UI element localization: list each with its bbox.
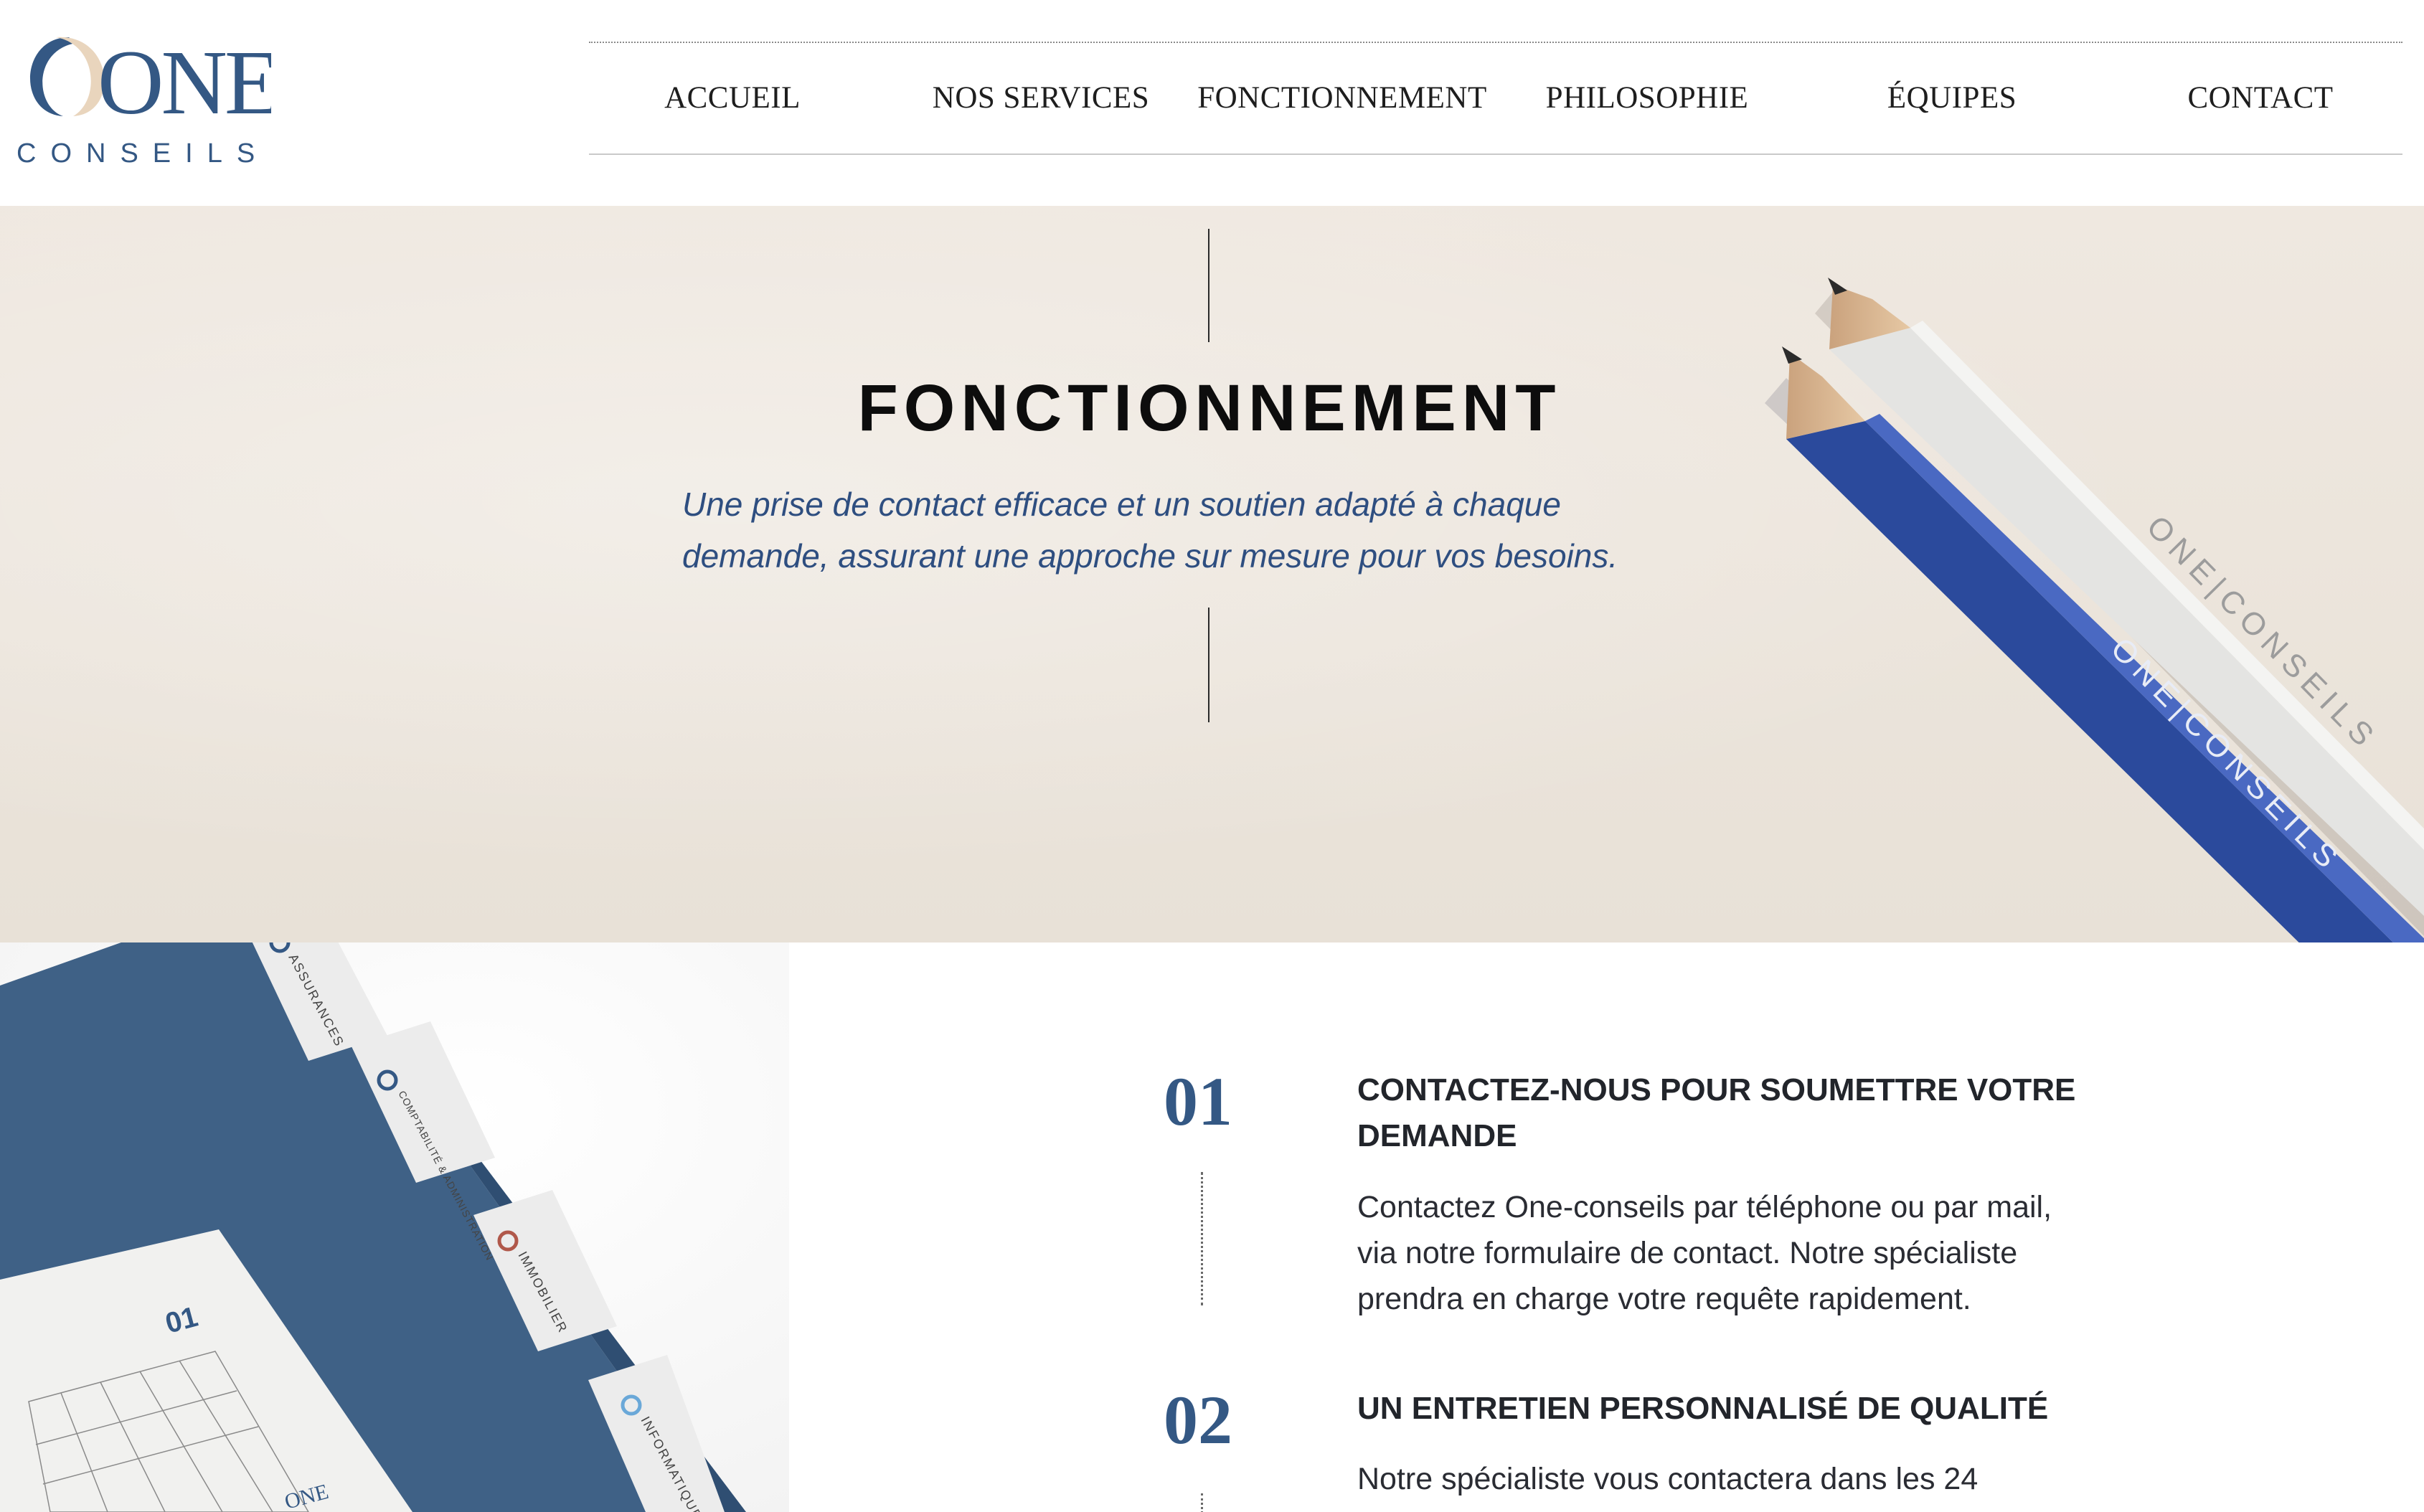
hero-divider-top bbox=[1208, 229, 1209, 342]
process-section: ASSURANCES COMPTABILITÉ & ADMINISTRATION… bbox=[0, 942, 2424, 1512]
main-nav: ACCUEIL NOS SERVICES FONCTIONNEMENT PHIL… bbox=[589, 42, 2402, 155]
step-title-1: CONTACTEZ-NOUS POUR SOUMETTRE VOTRE DEMA… bbox=[1357, 1067, 2103, 1159]
step-title-2: UN ENTRETIEN PERSONNALISÉ DE QUALITÉ bbox=[1357, 1386, 2103, 1432]
step-text-1-line-3: prendra en charge votre requête rapideme… bbox=[1357, 1282, 1971, 1316]
nav-item-equipes[interactable]: ÉQUIPES bbox=[1844, 43, 2060, 153]
nav-item-philosophie[interactable]: PHILOSOPHIE bbox=[1514, 43, 1780, 153]
logo-primary-text: ONE bbox=[98, 32, 271, 133]
step-text-1-line-2: via notre formulaire de contact. Notre s… bbox=[1357, 1236, 2018, 1270]
nav-item-accueil[interactable]: ACCUEIL bbox=[618, 43, 847, 153]
folder-image: ASSURANCES COMPTABILITÉ & ADMINISTRATION… bbox=[0, 942, 789, 1512]
pencils-image: ONE|CONSEILS ONE|CONSEILS bbox=[1765, 278, 2424, 942]
hero-subtitle: Une prise de contact efficace et un sout… bbox=[682, 478, 1701, 582]
hero-subtitle-line-1: Une prise de contact efficace et un sout… bbox=[682, 486, 1561, 523]
logo-secondary-text: CONSEILS bbox=[16, 138, 269, 169]
step-divider-2 bbox=[1201, 1493, 1203, 1512]
step-number-2: 02 bbox=[1164, 1381, 1232, 1458]
hero-subtitle-line-2: demande, assurant une approche sur mesur… bbox=[682, 537, 1618, 575]
one-conseils-logo[interactable]: ONE CONSEILS bbox=[13, 29, 271, 172]
nav-item-fonctionnement[interactable]: FONCTIONNEMENT bbox=[1192, 43, 1493, 153]
step-text-2: Notre spécialiste vous contactera dans l… bbox=[1357, 1456, 2118, 1502]
blue-pencil: ONE|CONSEILS bbox=[1782, 346, 2424, 942]
step-title-1-line-2: DEMANDE bbox=[1357, 1118, 1517, 1153]
hero-divider-bottom bbox=[1208, 608, 1209, 722]
step-text-1-line-1: Contactez One-conseils par téléphone ou … bbox=[1357, 1190, 2052, 1224]
nav-item-contact[interactable]: CONTACT bbox=[2153, 43, 2368, 153]
step-title-1-line-1: CONTACTEZ-NOUS POUR SOUMETTRE VOTRE bbox=[1357, 1072, 2076, 1107]
step-text-2-line-1: Notre spécialiste vous contactera dans l… bbox=[1357, 1462, 1979, 1496]
step-divider-1 bbox=[1201, 1172, 1203, 1305]
site-header: ONE CONSEILS ACCUEIL NOS SERVICES FONCTI… bbox=[0, 0, 2424, 206]
step-number-1: 01 bbox=[1164, 1063, 1232, 1140]
step-title-2-line-1: UN ENTRETIEN PERSONNALISÉ DE QUALITÉ bbox=[1357, 1391, 2049, 1426]
hero-banner: FONCTIONNEMENT Une prise de contact effi… bbox=[0, 206, 2424, 942]
logo-graphic: ONE CONSEILS bbox=[16, 32, 271, 169]
nav-item-nos-services[interactable]: NOS SERVICES bbox=[919, 43, 1163, 153]
step-text-1: Contactez One-conseils par téléphone ou … bbox=[1357, 1184, 2118, 1322]
